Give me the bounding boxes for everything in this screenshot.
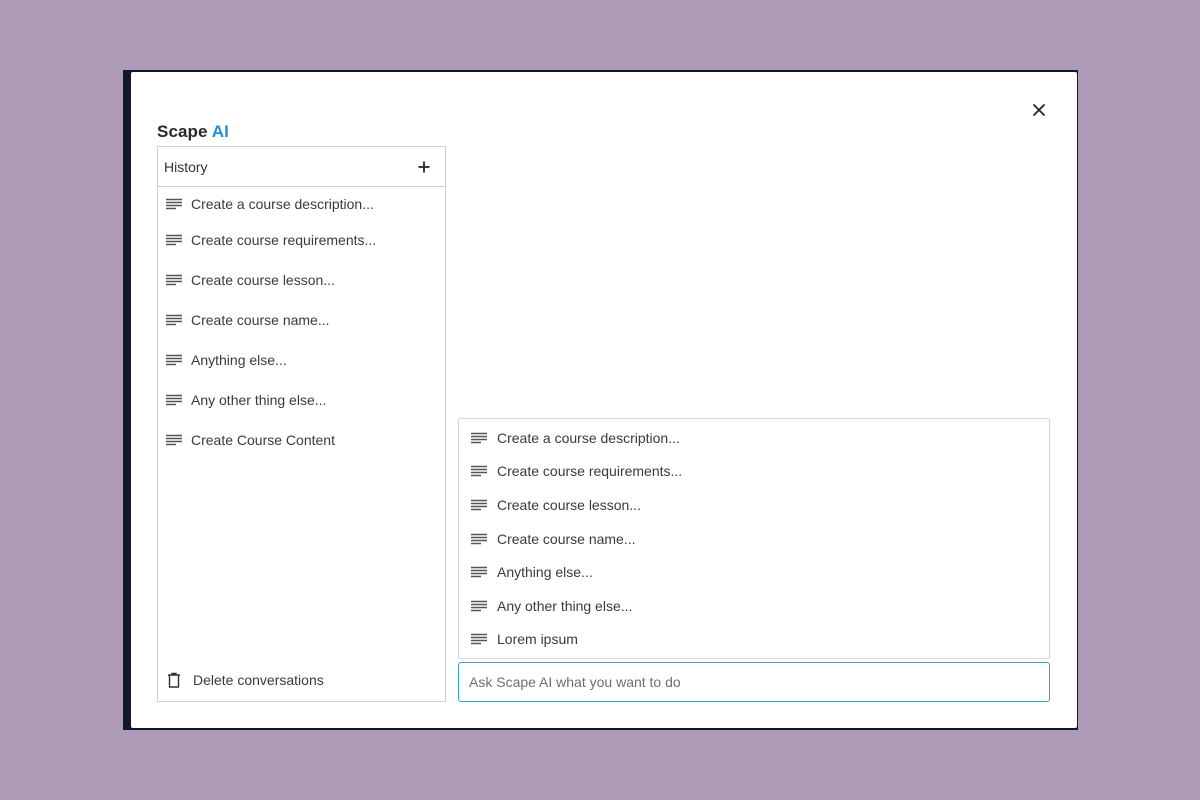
history-item[interactable]: Create course requirements...: [158, 220, 445, 260]
delete-conversations-label: Delete conversations: [193, 672, 324, 688]
suggestion-item[interactable]: Create course name...: [459, 522, 1049, 556]
close-button[interactable]: [1026, 97, 1052, 123]
history-item[interactable]: Create course name...: [158, 300, 445, 340]
suggestion-item[interactable]: Anything else...: [459, 555, 1049, 589]
delete-conversations-button[interactable]: Delete conversations: [158, 669, 445, 691]
lines-icon: [471, 533, 487, 544]
suggestion-item-label: Any other thing else...: [497, 597, 633, 614]
history-panel: History Create a course description... C…: [157, 146, 446, 702]
suggestion-item-label: Create course lesson...: [497, 496, 641, 513]
lines-icon: [166, 394, 182, 406]
history-header: History: [158, 147, 445, 187]
lines-icon: [471, 466, 487, 477]
lines-icon: [471, 499, 487, 511]
history-item[interactable]: Anything else...: [158, 340, 445, 380]
lines-icon: [471, 432, 487, 443]
suggestion-item[interactable]: Create course requirements...: [459, 455, 1049, 489]
suggestion-item[interactable]: Create a course description...: [459, 421, 1049, 455]
lines-icon: [471, 566, 487, 578]
suggestions-panel: Create a course description... Create co…: [458, 418, 1050, 659]
suggestion-item[interactable]: Any other thing else...: [459, 589, 1049, 623]
history-item-label: Create course name...: [191, 312, 330, 328]
history-item[interactable]: Create Course Content: [158, 420, 445, 460]
history-item-label: Create Course Content: [191, 432, 335, 448]
history-item[interactable]: Any other thing else...: [158, 380, 445, 420]
history-item-label: Create course lesson...: [191, 272, 335, 288]
lines-icon: [166, 198, 182, 210]
history-header-label: History: [164, 158, 208, 175]
title-accent: AI: [211, 122, 229, 141]
suggestion-item-label: Anything else...: [497, 564, 593, 581]
history-item-label: Anything else...: [191, 352, 287, 368]
lines-icon: [471, 600, 487, 611]
history-list: Create a course description... Create co…: [158, 187, 445, 460]
history-item[interactable]: Create course lesson...: [158, 260, 445, 300]
history-item-label: Create course requirements...: [191, 232, 377, 248]
suggestion-item-label: Create course name...: [497, 530, 636, 547]
suggestion-item[interactable]: Create course lesson...: [459, 488, 1049, 522]
lines-icon: [166, 274, 182, 286]
suggestion-item-label: Create course requirements...: [497, 463, 683, 480]
lines-icon: [166, 314, 182, 326]
lines-icon: [471, 634, 487, 645]
close-icon: [1033, 104, 1045, 116]
plus-icon: [418, 161, 430, 172]
history-item-label: Any other thing else...: [191, 392, 327, 408]
lines-icon: [166, 234, 182, 246]
lines-icon: [166, 354, 182, 366]
history-item-label: Create a course description...: [191, 196, 374, 212]
modal-title: Scape AI: [157, 122, 229, 142]
suggestion-item-label: Create a course description...: [497, 429, 680, 446]
suggestion-item-label: Lorem ipsum: [497, 631, 578, 648]
lines-icon: [166, 434, 182, 446]
suggestion-item[interactable]: Lorem ipsum: [459, 623, 1049, 657]
trash-icon: [168, 672, 180, 688]
title-prefix: Scape: [157, 122, 208, 141]
new-conversation-button[interactable]: [413, 156, 435, 178]
history-item[interactable]: Create a course description...: [158, 188, 445, 220]
prompt-input[interactable]: [458, 662, 1050, 702]
